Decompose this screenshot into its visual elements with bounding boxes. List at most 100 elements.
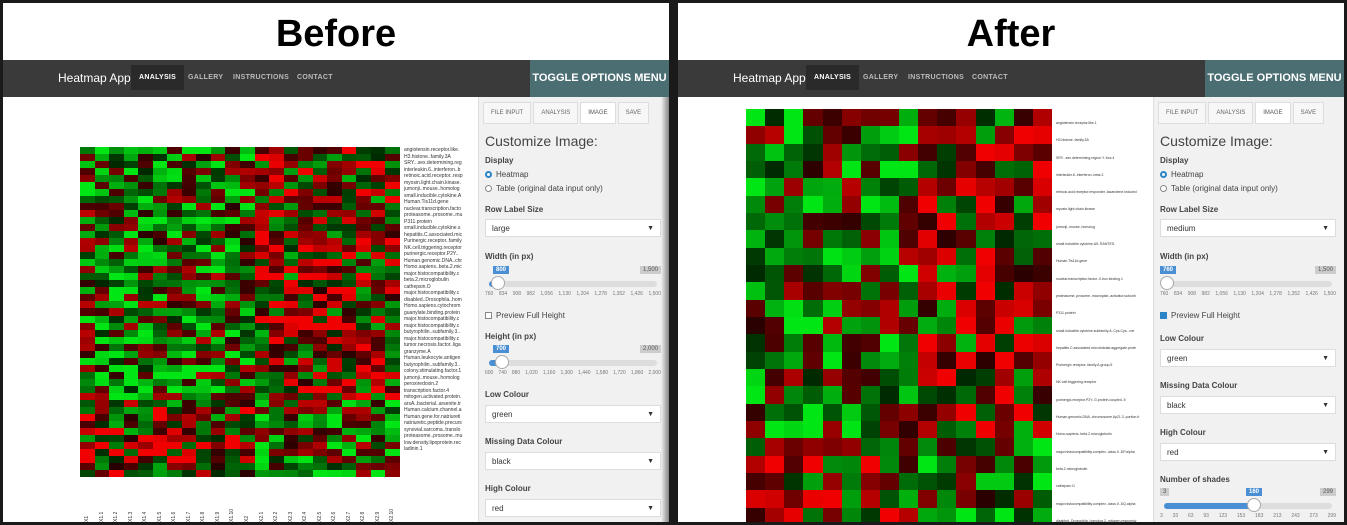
column-label: X1.4 xyxy=(142,511,149,522)
radio-dot[interactable] xyxy=(1160,171,1167,179)
high-colour-select[interactable]: red ▼ xyxy=(485,499,661,517)
high-colour-select[interactable]: red ▼ xyxy=(1160,443,1336,461)
missing-colour-select[interactable]: black ▼ xyxy=(1160,396,1336,414)
heatmap-cell xyxy=(269,259,284,267)
preview-full-height-checkbox[interactable]: Preview Full Height xyxy=(485,311,565,320)
toggle-options-button[interactable]: TOGGLE OPTIONS MENU xyxy=(530,60,669,97)
nav-instructions[interactable]: INSTRUCTIONS xyxy=(233,74,289,81)
heatmap-cell xyxy=(138,385,153,393)
missing-colour-value: black xyxy=(492,457,511,466)
slider-handle[interactable] xyxy=(1247,498,1261,512)
radio-table[interactable]: Table (original data input only) xyxy=(1160,184,1278,193)
heatmap-cell xyxy=(956,265,976,283)
heatmap-cell xyxy=(123,420,139,428)
heatmap-cell xyxy=(240,252,255,260)
heatmap-cell xyxy=(94,280,110,288)
heatmap-cell xyxy=(254,427,270,435)
heatmap-cell xyxy=(254,168,270,176)
preview-full-height-checkbox[interactable]: Preview Full Height xyxy=(1160,311,1240,320)
heatmap-cell xyxy=(138,182,153,190)
tab-analysis[interactable]: ANALYSIS xyxy=(533,102,579,124)
heatmap xyxy=(746,109,1052,522)
nav-gallery[interactable]: GALLERY xyxy=(188,74,223,81)
nav-instructions[interactable]: INSTRUCTIONS xyxy=(908,74,964,81)
heatmap-cell xyxy=(918,265,938,283)
radio-heatmap[interactable]: Heatmap xyxy=(1160,170,1203,179)
heatmap-cell xyxy=(975,334,995,352)
heatmap-cell xyxy=(327,413,342,421)
heatmap-cell xyxy=(123,336,139,344)
heatmap-cell xyxy=(254,469,270,477)
heatmap-cell xyxy=(327,231,342,239)
tick-label: 153 xyxy=(1236,513,1246,519)
checkbox-box[interactable] xyxy=(1160,312,1167,320)
heatmap-cell xyxy=(298,322,313,330)
heatmap-cell xyxy=(210,371,226,379)
low-colour-select[interactable]: green ▼ xyxy=(1160,349,1336,367)
tab-save[interactable]: SAVE xyxy=(617,102,650,124)
heatmap-cell xyxy=(210,210,226,218)
tab-file-input[interactable]: FILE INPUT xyxy=(1158,102,1207,124)
slider-handle[interactable] xyxy=(1160,276,1174,290)
brand[interactable]: Heatmap App xyxy=(58,71,131,85)
slider-handle[interactable] xyxy=(491,276,505,290)
heatmap-cell xyxy=(385,455,400,463)
heatmap-cell xyxy=(841,507,861,522)
heatmap-cell xyxy=(975,178,995,196)
nav-analysis[interactable]: ANALYSIS xyxy=(131,65,185,90)
heatmap-cell xyxy=(956,421,976,439)
heatmap-cell xyxy=(123,350,139,358)
radio-heatmap[interactable]: Heatmap xyxy=(485,170,528,179)
radio-dot[interactable] xyxy=(485,185,492,193)
heatmap-cell xyxy=(937,126,957,144)
heatmap-cell xyxy=(181,266,197,274)
slider-track[interactable] xyxy=(489,355,657,369)
heatmap-cell xyxy=(283,413,299,421)
heatmap-cell xyxy=(138,217,153,225)
radio-dot[interactable] xyxy=(485,171,492,179)
heatmap-cell xyxy=(298,224,313,232)
nav-contact[interactable]: CONTACT xyxy=(972,74,1008,81)
heatmap-cell xyxy=(167,245,182,253)
row-label-size-select[interactable]: large ▼ xyxy=(485,219,661,237)
nav-contact[interactable]: CONTACT xyxy=(297,74,333,81)
slider-track[interactable] xyxy=(1164,498,1332,512)
heatmap-cell xyxy=(167,336,182,344)
shades-slider[interactable]: 3 160 299 3 33 63 93 123 153 183 213 243 273 299 xyxy=(1160,488,1336,519)
heatmap-cell xyxy=(356,448,371,456)
heatmap-cell xyxy=(181,168,197,176)
tab-image[interactable]: IMAGE xyxy=(1255,102,1291,124)
heatmap-cell xyxy=(918,403,938,421)
heatmap-cell xyxy=(1032,490,1052,508)
slider-track[interactable] xyxy=(489,276,657,290)
tab-save[interactable]: SAVE xyxy=(1292,102,1325,124)
width-slider[interactable]: 760 1,500 760 834 908 982 1,056 1,130 1,204 1,2… xyxy=(1160,266,1336,297)
nav-gallery[interactable]: GALLERY xyxy=(863,74,898,81)
tick-label: 1,300 xyxy=(560,370,573,376)
slider-handle[interactable] xyxy=(495,355,509,369)
checkbox-box[interactable] xyxy=(485,312,492,320)
row-label-size-select[interactable]: medium ▼ xyxy=(1160,219,1336,237)
heatmap-cell xyxy=(196,217,211,225)
heatmap-cell xyxy=(196,434,211,442)
nav-analysis[interactable]: ANALYSIS xyxy=(806,65,860,90)
slider-track[interactable] xyxy=(1160,276,1332,290)
radio-table[interactable]: Table (original data input only) xyxy=(485,184,603,193)
tab-image[interactable]: IMAGE xyxy=(580,102,616,124)
tab-file-input[interactable]: FILE INPUT xyxy=(483,102,532,124)
missing-colour-select[interactable]: black ▼ xyxy=(485,452,661,470)
low-colour-select[interactable]: green ▼ xyxy=(485,405,661,423)
heatmap-cell xyxy=(746,386,766,404)
height-slider[interactable]: 700 2,000 600 740 880 1,020 1,160 1,300 1,440 1… xyxy=(485,345,661,376)
brand[interactable]: Heatmap App xyxy=(733,71,806,85)
heatmap-cell xyxy=(312,301,328,309)
heatmap-cell xyxy=(1013,213,1033,231)
toggle-options-button[interactable]: TOGGLE OPTIONS MENU xyxy=(1205,60,1344,97)
heatmap-cell xyxy=(370,210,386,218)
heatmap-cell xyxy=(341,168,357,176)
tab-analysis[interactable]: ANALYSIS xyxy=(1208,102,1254,124)
radio-dot[interactable] xyxy=(1160,185,1167,193)
width-slider[interactable]: 800 1,500 760 834 908 982 1,056 1,130 1,204 1,2… xyxy=(485,266,661,297)
tick-label: 1,204 xyxy=(576,291,589,297)
column-label: X2.4 xyxy=(302,511,309,522)
